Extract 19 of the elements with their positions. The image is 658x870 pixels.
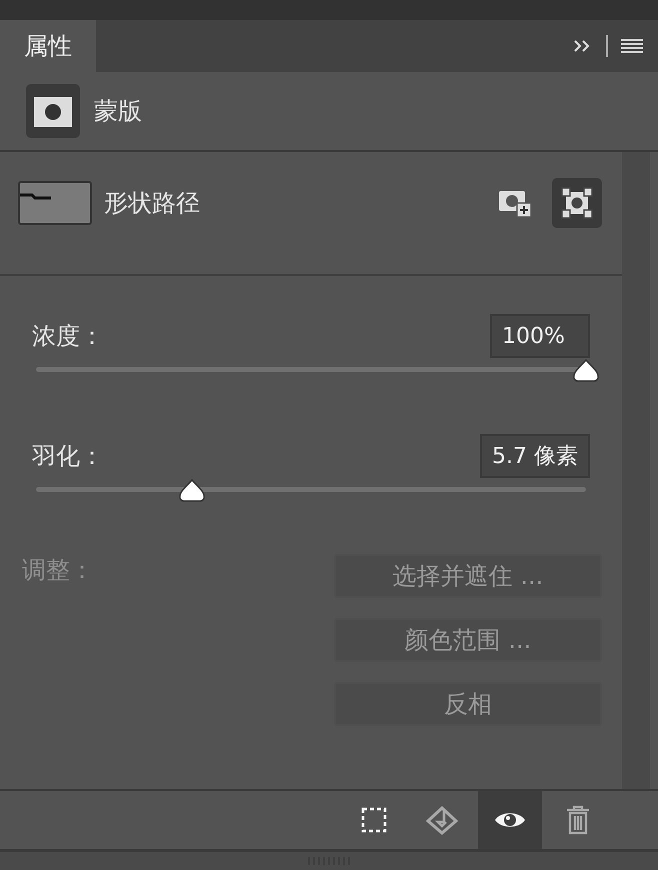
value-field[interactable]: 100%	[490, 314, 590, 358]
mask-icon	[26, 84, 80, 138]
add-vector-mask-button[interactable]	[552, 178, 602, 228]
panel-tab[interactable]: 属性	[0, 20, 96, 72]
scrollbar[interactable]	[622, 152, 650, 789]
menu-icon[interactable]	[620, 36, 644, 56]
slider-thumb[interactable]	[572, 359, 600, 383]
slider-label: 浓度：	[32, 321, 104, 352]
slider-thumb[interactable]	[178, 479, 206, 503]
adjust-label: 调整：	[22, 555, 95, 586]
mask-title: 蒙版	[94, 96, 142, 127]
visibility-button[interactable]	[478, 791, 542, 849]
vector-mask-icon	[561, 187, 593, 219]
trash-icon	[564, 804, 592, 836]
dashed-square-icon	[361, 807, 387, 833]
value-field[interactable]: 5.7 像素	[480, 434, 590, 478]
slider-label: 羽化：	[32, 441, 104, 472]
diamond-arrow-icon	[425, 805, 459, 835]
shape-path-label: 形状路径	[104, 188, 200, 219]
